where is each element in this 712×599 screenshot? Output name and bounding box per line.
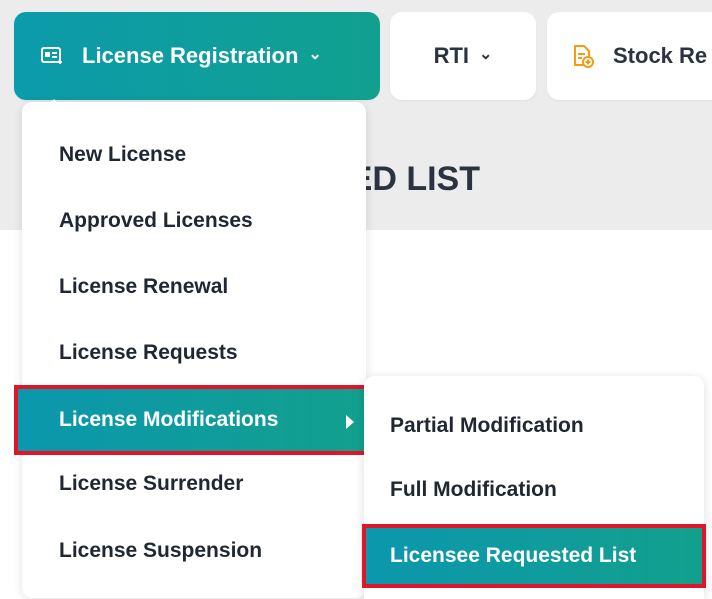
menu-item-label: Approved Licenses bbox=[59, 209, 253, 232]
menu-item-label: License Renewal bbox=[59, 275, 229, 298]
chevron-down-icon: ⌄ bbox=[308, 46, 322, 63]
submenu-item-licensee-requested-list[interactable]: Licensee Requested List bbox=[362, 524, 706, 588]
menu-item-label: License Suspension bbox=[59, 539, 263, 562]
submenu-item-label: Partial Modification bbox=[390, 414, 584, 437]
chevron-right-icon bbox=[346, 415, 354, 429]
menu-item-new-license[interactable]: New License bbox=[22, 122, 366, 188]
menu-item-label: License Surrender bbox=[59, 472, 244, 495]
license-modifications-submenu: Partial Modification Full Modification L… bbox=[362, 376, 706, 599]
license-registration-menu: New License Approved Licenses License Re… bbox=[14, 102, 374, 598]
submenu-item-partial-modification[interactable]: Partial Modification bbox=[364, 394, 704, 458]
menu-item-license-renewal[interactable]: License Renewal bbox=[22, 254, 366, 320]
menu-item-label: License Requests bbox=[59, 341, 238, 364]
tab-license-registration[interactable]: License Registration ⌄ bbox=[14, 12, 380, 100]
submenu-item-label: Licensee Requested List bbox=[390, 544, 637, 567]
menu-item-license-requests[interactable]: License Requests bbox=[22, 320, 366, 386]
tab-rti[interactable]: RTI ⌄ bbox=[390, 12, 536, 100]
menu-item-approved-licenses[interactable]: Approved Licenses bbox=[22, 188, 366, 254]
tab-license-registration-label: License Registration bbox=[82, 43, 299, 68]
tab-rti-label: RTI bbox=[433, 43, 470, 68]
menu-item-label: License Modifications bbox=[59, 408, 279, 431]
menu-item-license-surrender[interactable]: License Surrender bbox=[22, 451, 366, 517]
submenu-item-full-modification[interactable]: Full Modification bbox=[364, 458, 704, 522]
menu-item-label: New License bbox=[59, 143, 187, 166]
menu-item-license-modifications[interactable]: License Modifications bbox=[14, 385, 374, 455]
submenu-item-label: Full Modification bbox=[390, 478, 557, 501]
tab-stock-label: Stock Re bbox=[613, 43, 708, 68]
chevron-down-icon: ⌄ bbox=[479, 46, 493, 63]
document-add-icon bbox=[571, 44, 595, 68]
menu-item-license-suspension[interactable]: License Suspension bbox=[22, 518, 366, 584]
id-card-icon bbox=[40, 44, 64, 68]
tab-stock[interactable]: Stock Re bbox=[547, 12, 712, 100]
